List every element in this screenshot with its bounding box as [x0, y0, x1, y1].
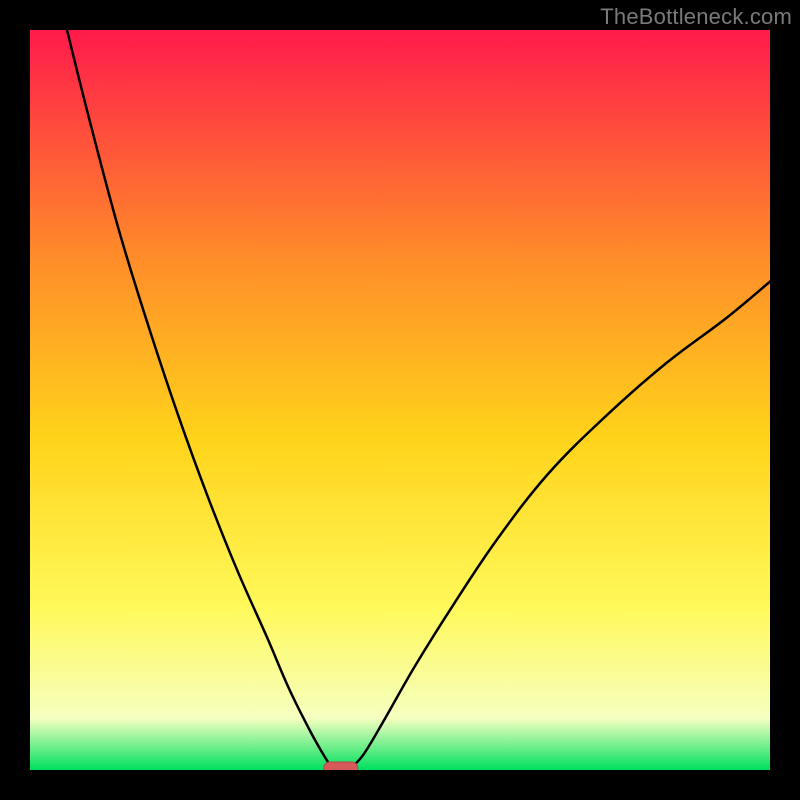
chart-frame — [30, 30, 770, 770]
optimal-marker — [324, 762, 358, 770]
watermark-text: TheBottleneck.com — [600, 4, 792, 30]
bottleneck-chart — [30, 30, 770, 770]
gradient-background — [30, 30, 770, 770]
